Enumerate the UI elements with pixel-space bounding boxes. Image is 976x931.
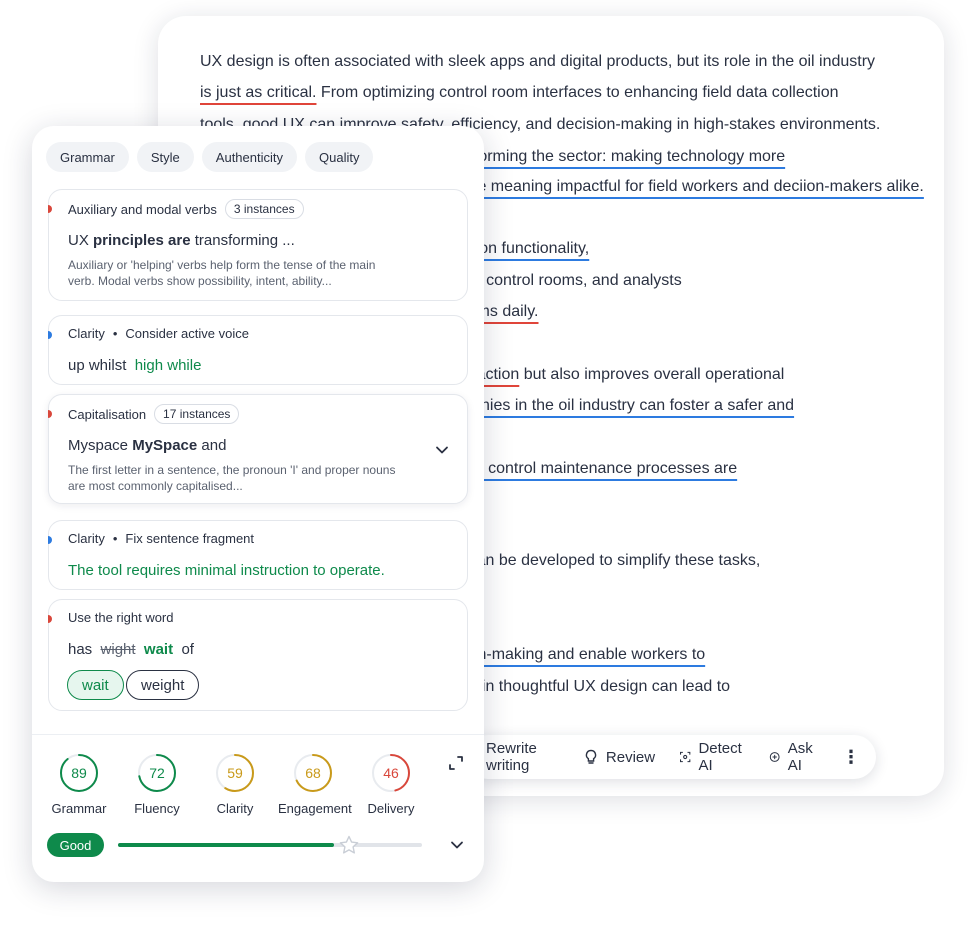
- suggestion-card-active-voice[interactable]: Clarity • Consider active voice up whils…: [48, 315, 468, 385]
- snippet-pre: UX: [68, 232, 94, 249]
- score-label: Delivery: [367, 801, 415, 816]
- category-tabs: Grammar Style Authenticity Quality: [46, 142, 374, 172]
- severity-dot: [48, 205, 52, 213]
- text-segment: From optimizing control room interfaces …: [316, 84, 839, 101]
- detect-ai-label: Detect AI: [698, 740, 742, 774]
- card-snippet: has wight wait of: [68, 641, 194, 658]
- suggestion-card-capitalisation[interactable]: Capitalisation 17 instances Myspace MySp…: [48, 394, 468, 504]
- instances-badge: 17 instances: [154, 404, 240, 424]
- score-value: 68: [305, 765, 321, 781]
- tab-grammar[interactable]: Grammar: [46, 142, 129, 172]
- tab-authenticity[interactable]: Authenticity: [201, 142, 297, 172]
- snippet-pre: Myspace: [68, 437, 133, 454]
- score-value: 72: [149, 765, 165, 781]
- snippet-post: transforming ...: [190, 232, 295, 249]
- score-grammar[interactable]: 89 Grammar: [44, 753, 114, 816]
- tab-quality[interactable]: Quality: [305, 142, 374, 172]
- snippet-highlight: MySpace: [132, 437, 198, 454]
- review-button[interactable]: Review: [583, 749, 655, 766]
- instances-badge: 3 instances: [224, 199, 304, 219]
- card-description: The first letter in a sentence, the pron…: [68, 463, 396, 493]
- suggestions-panel: Grammar Style Authenticity Quality Auxil…: [32, 126, 484, 882]
- severity-dot: [48, 615, 52, 623]
- card-subtitle: Fix sentence fragment: [125, 531, 255, 546]
- snippet-highlight: principles are: [93, 232, 191, 249]
- detect-ai-button[interactable]: Detect AI: [679, 740, 745, 774]
- suggestion-card-auxiliary[interactable]: Auxiliary and modal verbs 3 instances UX…: [48, 189, 468, 301]
- snippet-suggestion[interactable]: high while: [135, 357, 202, 374]
- rewrite-label: Rewrite writing: [486, 740, 537, 774]
- option-chip-wait[interactable]: wait: [67, 670, 124, 700]
- scores-section: 89 Grammar 72 Fluency 59 Clarity 68 Engagement 4…: [32, 734, 484, 882]
- card-title: Capitalisation: [68, 406, 147, 422]
- suggestion-card-right-word[interactable]: Use the right word has wight wait of wai…: [48, 599, 468, 711]
- score-value: 89: [71, 765, 87, 781]
- overall-progress-bar: [118, 835, 422, 854]
- document-line: UX design is often associated with sleek…: [200, 50, 875, 74]
- star-icon: [339, 835, 359, 854]
- scan-icon: [680, 751, 691, 763]
- expand-icon[interactable]: [448, 755, 464, 771]
- overall-rating-badge: Good: [47, 833, 104, 857]
- score-delivery[interactable]: 46 Delivery: [356, 753, 426, 816]
- card-snippet: Myspace MySpace and: [68, 437, 226, 454]
- ask-ai-label: Ask AI: [787, 740, 813, 774]
- card-title: Clarity: [68, 326, 105, 341]
- score-fluency[interactable]: 72 Fluency: [122, 753, 192, 816]
- snippet-original: up whilst: [68, 357, 127, 374]
- score-ring: 72: [137, 753, 177, 793]
- snippet-post: and: [197, 437, 227, 454]
- snippet-post: of: [181, 641, 194, 658]
- score-clarity[interactable]: 59 Clarity: [200, 753, 270, 816]
- severity-dot: [48, 410, 52, 418]
- text-segment: UX design is often associated with sleek…: [200, 53, 876, 70]
- card-title: Auxiliary and modal verbs: [68, 201, 217, 217]
- score-ring: 89: [59, 753, 99, 793]
- lightbulb-icon: [585, 749, 597, 764]
- card-title: Use the right word: [68, 610, 174, 625]
- score-engagement[interactable]: 68 Engagement: [278, 753, 352, 816]
- bullet-separator: •: [112, 326, 118, 341]
- tab-style[interactable]: Style: [136, 142, 194, 172]
- snippet-pre: has: [68, 641, 93, 658]
- review-label: Review: [605, 748, 656, 766]
- snippet-right-word: wait: [143, 641, 174, 658]
- score-value: 59: [227, 765, 243, 781]
- card-title: Clarity: [68, 531, 105, 546]
- bullet-separator: •: [112, 531, 118, 546]
- score-ring: 59: [215, 753, 255, 793]
- score-label: Engagement: [278, 801, 352, 816]
- score-label: Fluency: [134, 801, 180, 816]
- card-snippet: UX principles are transforming ...: [68, 232, 295, 249]
- plus-circle-icon: [770, 752, 781, 762]
- score-ring: 46: [371, 753, 411, 793]
- text-segment: but also improves overall operational: [519, 366, 785, 383]
- score-label: Clarity: [216, 801, 254, 816]
- card-subtitle: Consider active voice: [125, 326, 249, 341]
- document-line: is just as critical. From optimizing con…: [200, 81, 839, 105]
- severity-dot: [48, 331, 52, 339]
- overall-progress-fill: [118, 843, 334, 847]
- chevron-down-icon[interactable]: [435, 443, 449, 457]
- score-label: Grammar: [51, 801, 107, 816]
- more-options-icon[interactable]: ⋮: [842, 747, 860, 768]
- suggestion-card-sentence-fragment[interactable]: Clarity • Fix sentence fragment The tool…: [48, 520, 468, 590]
- option-chip-weight[interactable]: weight: [126, 670, 200, 700]
- snippet-suggestion[interactable]: The tool requires minimal instruction to…: [68, 562, 385, 579]
- ask-ai-button[interactable]: Ask AI: [769, 740, 818, 774]
- ai-toolbar: Rewrite writing Review Detect AI Ask AI …: [466, 735, 876, 779]
- score-value: 46: [383, 765, 399, 781]
- chevron-down-icon[interactable]: [450, 838, 464, 852]
- grammar-issue-highlight[interactable]: is just as critical.: [200, 84, 316, 101]
- rewrite-button[interactable]: Rewrite writing: [486, 740, 559, 774]
- card-description: Auxiliary or 'helping' verbs help form t…: [68, 258, 376, 288]
- severity-dot: [48, 536, 52, 544]
- score-ring: 68: [293, 753, 333, 793]
- snippet-wrong-word: wight: [100, 641, 136, 658]
- card-snippet: up whilst high while: [68, 357, 201, 374]
